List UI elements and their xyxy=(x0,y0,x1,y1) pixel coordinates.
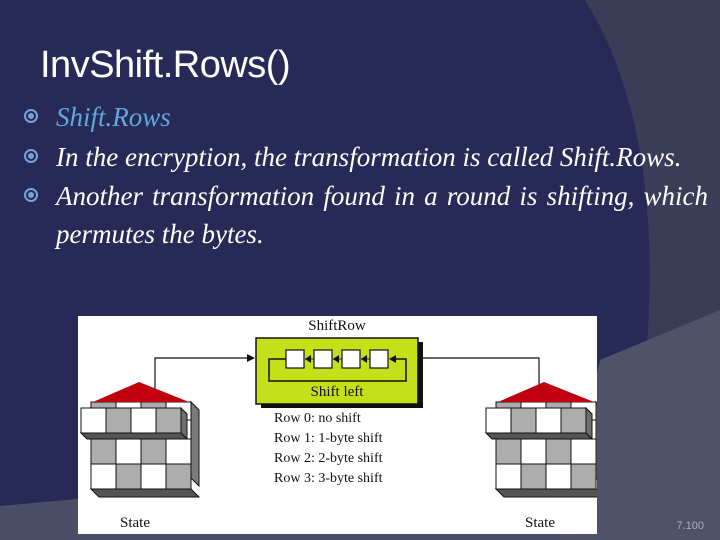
arrow-right-icon xyxy=(247,354,255,362)
bullet-text: Another transformation found in a round … xyxy=(56,181,708,249)
state-cell xyxy=(570,438,597,465)
state-cell xyxy=(140,463,167,490)
page-number: 7.100 xyxy=(676,520,704,532)
state-label-right: State xyxy=(525,515,555,531)
state-cell-shifted xyxy=(560,407,587,434)
diagram-title: ShiftRow xyxy=(308,318,366,334)
bullet-text: In the encryption, the transformation is… xyxy=(56,142,682,172)
state-cell-shifted xyxy=(80,407,107,434)
state-cell-shifted xyxy=(130,407,157,434)
state-cell xyxy=(115,463,142,490)
state-cell xyxy=(545,463,572,490)
shiftrow-diagram: ShiftRow Shift left Row 0: no shift Row … xyxy=(78,316,597,534)
state-side xyxy=(190,400,200,488)
slide-title: InvShift.Rows() xyxy=(40,44,291,86)
state-bottom xyxy=(79,432,189,440)
byte-cell xyxy=(341,349,361,369)
state-cell xyxy=(495,438,522,465)
bullet-text: Shift.Rows xyxy=(56,102,171,132)
state-cell-shifted xyxy=(510,407,537,434)
state-matrix-right xyxy=(484,382,597,498)
bullet-item: Another transformation found in a round … xyxy=(18,177,708,253)
byte-cell xyxy=(285,349,305,369)
bullet-list: Shift.Rows In the encryption, the transf… xyxy=(18,98,708,253)
state-cell xyxy=(90,463,117,490)
circle-bullet-icon xyxy=(24,188,38,202)
state-cell xyxy=(495,463,522,490)
row-note: Row 1: 1-byte shift xyxy=(274,431,383,446)
state-cell-shifted xyxy=(105,407,132,434)
state-bottom xyxy=(494,488,597,498)
state-cell xyxy=(570,463,597,490)
state-bottom xyxy=(89,488,201,498)
red-arrow-icon xyxy=(498,382,594,402)
state-cell xyxy=(165,438,192,465)
row-note: Row 2: 2-byte shift xyxy=(274,451,383,466)
state-cell xyxy=(140,438,167,465)
state-cell xyxy=(90,438,117,465)
bullet-item: Shift.Rows xyxy=(18,98,708,136)
state-cell xyxy=(520,438,547,465)
state-cell xyxy=(165,463,192,490)
state-cell-shifted xyxy=(535,407,562,434)
row-notes: Row 0: no shift Row 1: 1-byte shift Row … xyxy=(274,411,383,486)
state-cell xyxy=(545,438,572,465)
state-cell-shifted xyxy=(485,407,512,434)
bullet-item: In the encryption, the transformation is… xyxy=(18,138,708,176)
state-label-left: State xyxy=(120,515,150,531)
state-cell xyxy=(520,463,547,490)
byte-cell xyxy=(369,349,389,369)
circle-bullet-icon xyxy=(24,149,38,163)
state-cell xyxy=(115,438,142,465)
shift-box-label: Shift left xyxy=(311,384,365,400)
row-note: Row 0: no shift xyxy=(274,411,361,426)
state-bottom xyxy=(484,432,594,440)
state-cell-shifted xyxy=(155,407,182,434)
row-note: Row 3: 3-byte shift xyxy=(274,471,383,486)
byte-cell xyxy=(313,349,333,369)
state-matrix-left xyxy=(79,382,201,498)
circle-bullet-icon xyxy=(24,109,38,123)
red-arrow-icon xyxy=(93,382,189,402)
